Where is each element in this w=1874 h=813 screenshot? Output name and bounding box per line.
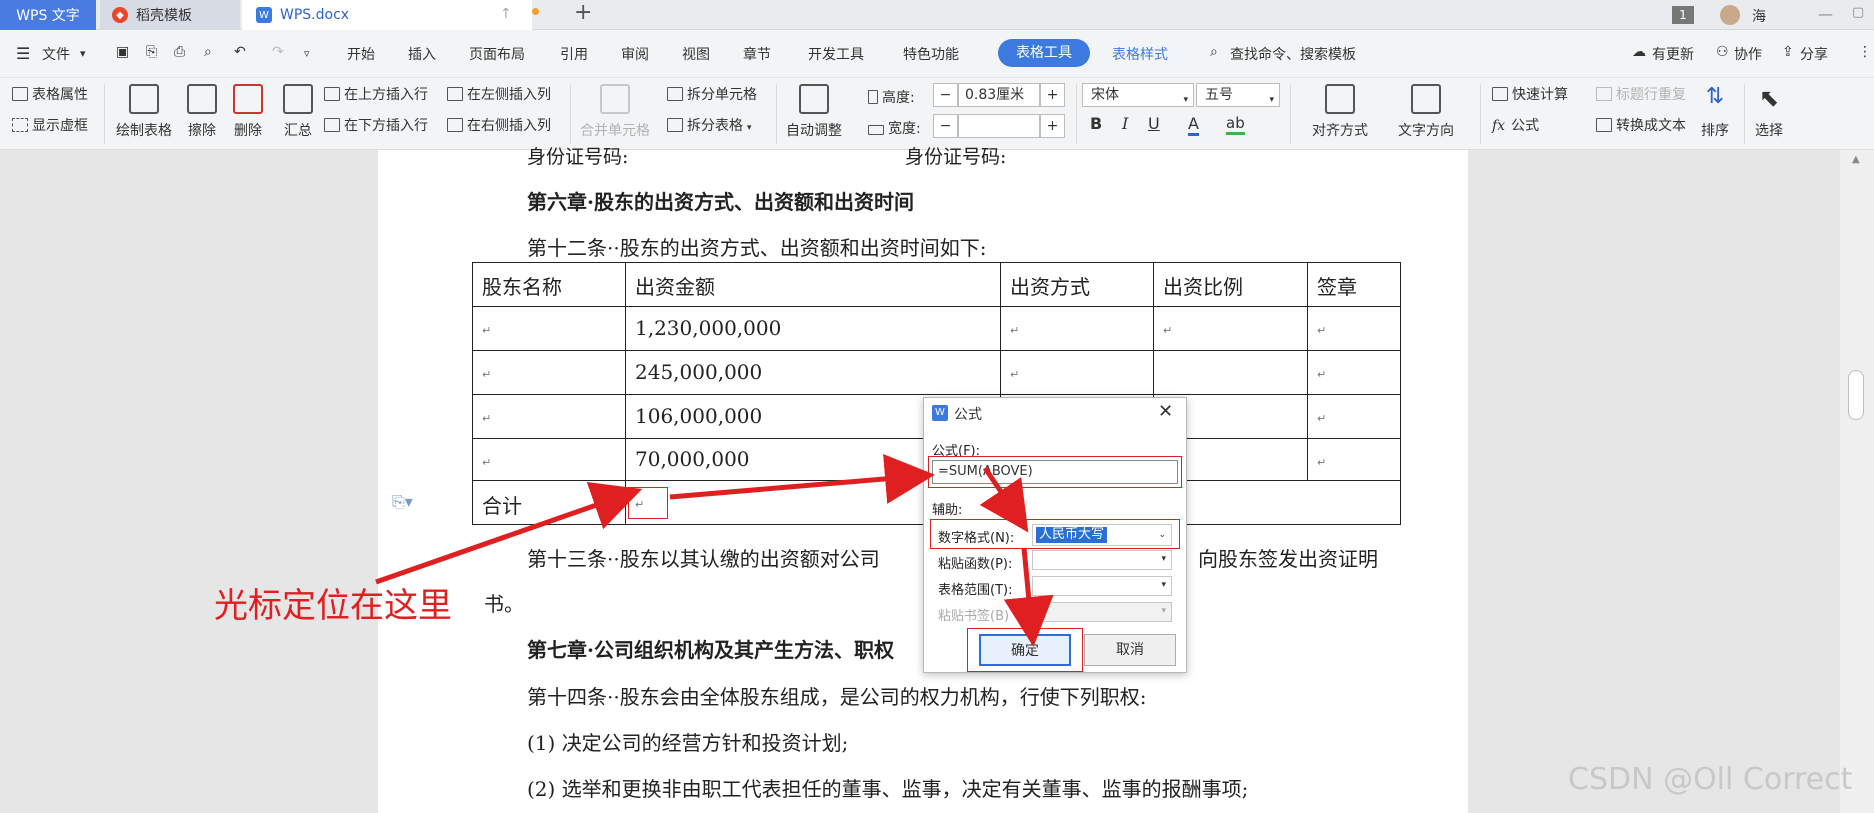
arrow-to-formula <box>669 454 935 504</box>
arrow-to-cell <box>375 481 643 585</box>
annotation-caption: 光标定位在这里 <box>214 586 452 626</box>
watermark: CSDN @Oll Correct <box>1568 762 1853 797</box>
arrow-to-ok <box>1003 547 1054 647</box>
annotation-arrows <box>375 454 1054 647</box>
arrow-to-number-format <box>979 466 1029 533</box>
